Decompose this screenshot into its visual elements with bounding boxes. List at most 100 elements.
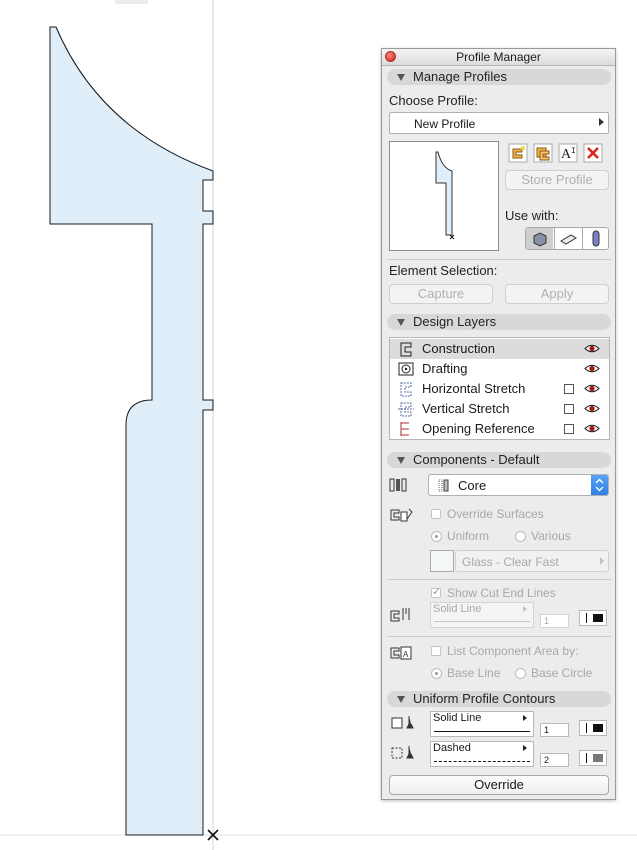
disclosure-triangle-icon	[397, 457, 405, 464]
dropdown-arrow-icon	[523, 606, 527, 612]
layer-checkbox[interactable]	[564, 384, 574, 394]
column-icon[interactable]	[582, 228, 609, 249]
delete-profile-icon[interactable]	[583, 143, 603, 163]
contour-dashed-icon	[391, 746, 414, 759]
capture-button[interactable]: Capture	[389, 284, 493, 304]
uniform-radio[interactable]	[431, 531, 442, 542]
base-circle-label: Base Circle	[531, 666, 593, 680]
design-layers-header[interactable]: Design Layers	[387, 314, 611, 330]
disclosure-triangle-icon	[397, 696, 405, 703]
dropdown-arrow-icon	[600, 557, 604, 565]
uniform-contours-label: Uniform Profile Contours	[413, 691, 556, 706]
surface-swatch[interactable]	[430, 550, 454, 572]
use-with-label: Use with:	[505, 208, 559, 223]
show-cut-end-lines-label: Show Cut End Lines	[447, 586, 556, 600]
profile-preview-shape	[435, 151, 455, 240]
eye-icon[interactable]	[584, 423, 600, 434]
palette-title: Profile Manager	[456, 50, 541, 64]
profile-shape[interactable]	[49, 26, 214, 836]
layer-checkbox[interactable]	[564, 404, 574, 414]
components-header[interactable]: Components - Default	[387, 452, 611, 468]
line-sample	[434, 621, 530, 622]
contour-line1-value: Solid Line	[433, 712, 482, 724]
profile-manager-palette: Profile Manager Manage Profiles Choose P…	[381, 48, 616, 800]
use-with-segmented-control	[525, 227, 609, 250]
override-surfaces-icon	[390, 508, 413, 522]
list-component-area-label: List Component Area by:	[447, 644, 579, 658]
cut-pen-color-swatch[interactable]	[579, 610, 607, 626]
components-label: Components - Default	[413, 452, 540, 467]
svg-text:A: A	[403, 650, 409, 659]
layer-name: Vertical Stretch	[422, 401, 510, 416]
component-fill-icon	[389, 478, 407, 492]
contour-line1-dropdown[interactable]: Solid Line	[430, 711, 534, 737]
uniform-contours-header[interactable]: Uniform Profile Contours	[387, 691, 611, 707]
layer-row-construction[interactable]: Construction	[390, 339, 609, 359]
dropdown-arrow-icon	[523, 715, 527, 721]
eye-icon[interactable]	[584, 383, 600, 394]
construction-layer-icon	[400, 342, 412, 357]
rename-profile-icon[interactable]: AI	[558, 143, 578, 163]
layer-row-drafting[interactable]: Drafting	[390, 359, 609, 379]
cut-end-lines-icon	[390, 608, 410, 622]
close-button[interactable]	[385, 51, 396, 62]
separator	[387, 636, 611, 637]
separator	[387, 259, 611, 260]
manage-profiles-label: Manage Profiles	[413, 69, 507, 84]
separator	[387, 579, 611, 580]
layer-row-horizontal-stretch[interactable]: Horizontal Stretch	[390, 379, 609, 399]
profile-dropdown[interactable]: New Profile	[389, 112, 609, 134]
line-sample	[434, 761, 530, 762]
surface-dropdown-value: Glass - Clear Fast	[462, 555, 559, 569]
override-button[interactable]: Override	[389, 775, 609, 795]
drafting-layer-icon	[398, 362, 414, 376]
opening-reference-layer-icon	[400, 422, 409, 436]
layer-row-opening-reference[interactable]: Opening Reference	[390, 419, 609, 439]
store-profile-button[interactable]: Store Profile	[505, 170, 609, 190]
line-sample	[434, 731, 530, 732]
core-icon	[438, 479, 449, 492]
contour-line2-pen-swatch[interactable]	[579, 750, 607, 766]
uniform-label: Uniform	[447, 529, 490, 543]
list-area-icon: A	[390, 646, 412, 660]
layer-checkbox[interactable]	[564, 424, 574, 434]
eye-icon[interactable]	[584, 343, 600, 354]
base-line-radio[interactable]	[431, 668, 442, 679]
apply-button[interactable]: Apply	[505, 284, 609, 304]
new-profile-icon[interactable]	[508, 143, 528, 163]
eye-icon[interactable]	[584, 403, 600, 414]
contour-line-icon	[391, 716, 414, 729]
contour-line1-pen-swatch[interactable]	[579, 720, 607, 736]
layer-name: Opening Reference	[422, 421, 535, 436]
duplicate-profile-icon[interactable]	[533, 143, 553, 163]
base-circle-radio[interactable]	[515, 668, 526, 679]
show-cut-end-lines-checkbox[interactable]: ✓	[431, 586, 441, 598]
component-dropdown-value: Core	[458, 478, 487, 493]
horizontal-stretch-layer-icon	[400, 382, 412, 397]
base-line-label: Base Line	[447, 666, 501, 680]
palette-titlebar[interactable]: Profile Manager	[382, 49, 615, 66]
override-surfaces-label: Override Surfaces	[447, 507, 544, 521]
profile-preview	[389, 141, 499, 251]
cut-line-type-dropdown[interactable]: Solid Line	[430, 602, 534, 628]
various-label: Various	[531, 529, 571, 543]
cut-pen-number-field[interactable]: 1	[540, 614, 569, 628]
layer-row-vertical-stretch[interactable]: Vertical Stretch	[390, 399, 609, 419]
various-radio[interactable]	[515, 531, 526, 542]
dropdown-arrow-icon	[523, 745, 527, 751]
list-component-area-checkbox[interactable]	[431, 646, 441, 656]
beam-icon[interactable]	[554, 228, 582, 249]
design-layers-list: Construction Drafting Horizontal Stretch…	[389, 337, 610, 440]
surface-dropdown[interactable]: Glass - Clear Fast	[455, 550, 609, 572]
contour-line2-pen-field[interactable]: 2	[540, 753, 569, 767]
contour-line1-pen-field[interactable]: 1	[540, 723, 569, 737]
wall-icon[interactable]	[526, 228, 553, 249]
contour-line2-value: Dashed	[433, 742, 471, 754]
override-surfaces-checkbox[interactable]	[431, 509, 441, 519]
component-dropdown[interactable]: Core	[428, 474, 609, 496]
contour-line2-dropdown[interactable]: Dashed	[430, 741, 534, 767]
manage-profiles-header[interactable]: Manage Profiles	[387, 69, 611, 85]
svg-text:I: I	[571, 147, 576, 156]
profile-dropdown-value: New Profile	[414, 117, 476, 131]
eye-icon[interactable]	[584, 363, 600, 374]
